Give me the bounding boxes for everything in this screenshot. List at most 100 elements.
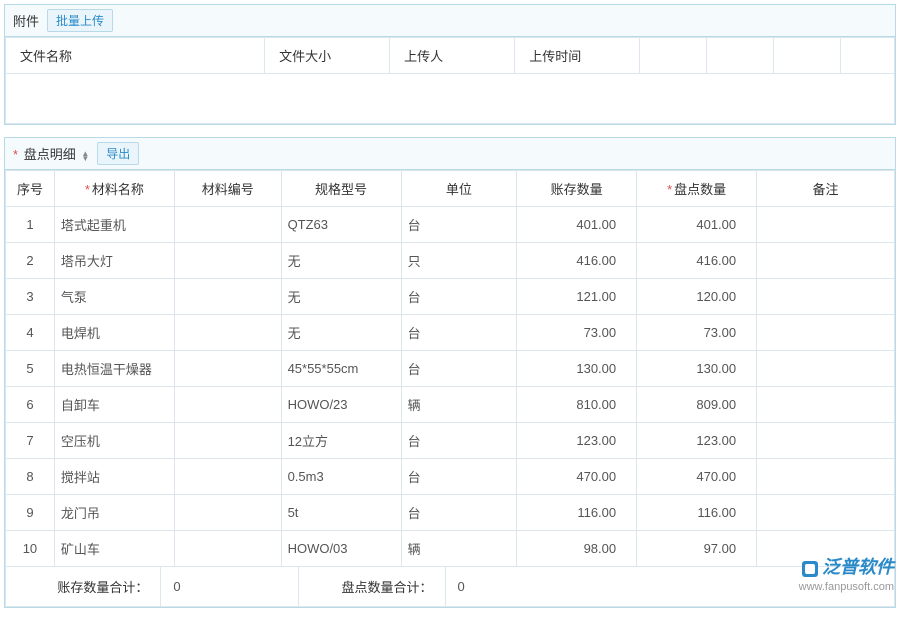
attachments-empty-row <box>6 74 895 124</box>
cell-remark <box>757 387 895 423</box>
cell-remark <box>757 243 895 279</box>
col-action-3 <box>774 38 841 74</box>
table-row[interactable]: 8搅拌站0.5m3台470.00470.00 <box>6 459 895 495</box>
cell-stock: 401.00 <box>517 207 637 243</box>
cell-name: 空压机 <box>54 423 174 459</box>
cell-remark <box>757 279 895 315</box>
cell-stock: 98.00 <box>517 531 637 567</box>
cell-remark <box>757 207 895 243</box>
cell-idx: 10 <box>6 531 55 567</box>
attachments-title: 附件 <box>13 11 39 30</box>
cell-count[interactable]: 401.00 <box>637 207 757 243</box>
col-stock-qty[interactable]: 账存数量 <box>517 171 637 207</box>
cell-count[interactable]: 416.00 <box>637 243 757 279</box>
cell-unit: 台 <box>401 279 517 315</box>
detail-table: 序号 *材料名称 材料编号 规格型号 单位 账存数量 *盘点数量 备注 1塔式起… <box>5 170 895 567</box>
cell-count[interactable]: 470.00 <box>637 459 757 495</box>
col-unit[interactable]: 单位 <box>401 171 517 207</box>
cell-idx: 1 <box>6 207 55 243</box>
col-material-code[interactable]: 材料编号 <box>174 171 281 207</box>
col-file-size[interactable]: 文件大小 <box>265 38 390 74</box>
col-material-name[interactable]: *材料名称 <box>54 171 174 207</box>
required-star-icon: * <box>13 147 18 162</box>
cell-unit: 台 <box>401 423 517 459</box>
cell-remark <box>757 459 895 495</box>
table-row[interactable]: 5电热恒温干燥器45*55*55cm台130.00130.00 <box>6 351 895 387</box>
export-button[interactable]: 导出 <box>97 142 139 165</box>
cell-spec: 0.5m3 <box>281 459 401 495</box>
cell-unit: 辆 <box>401 387 517 423</box>
cell-name: 塔吊大灯 <box>54 243 174 279</box>
count-total-value: 0 <box>458 579 465 594</box>
sort-icon[interactable]: ▲▼ <box>81 151 89 161</box>
detail-panel: * 盘点明细 ▲▼ 导出 序号 *材料名称 材料编号 规格型号 单位 账存数量 … <box>4 137 896 608</box>
table-row[interactable]: 10矿山车HOWO/03辆98.0097.00 <box>6 531 895 567</box>
cell-stock: 810.00 <box>517 387 637 423</box>
cell-spec: HOWO/03 <box>281 531 401 567</box>
cell-spec: 无 <box>281 279 401 315</box>
col-spec[interactable]: 规格型号 <box>281 171 401 207</box>
cell-stock: 73.00 <box>517 315 637 351</box>
cell-count[interactable]: 97.00 <box>637 531 757 567</box>
cell-count[interactable]: 120.00 <box>637 279 757 315</box>
cell-count[interactable]: 116.00 <box>637 495 757 531</box>
cell-name: 塔式起重机 <box>54 207 174 243</box>
cell-code <box>174 207 281 243</box>
table-row[interactable]: 7空压机12立方台123.00123.00 <box>6 423 895 459</box>
cell-name: 电焊机 <box>54 315 174 351</box>
cell-name: 电热恒温干燥器 <box>54 351 174 387</box>
col-remark[interactable]: 备注 <box>757 171 895 207</box>
cell-code <box>174 423 281 459</box>
required-star-icon: * <box>85 182 90 197</box>
cell-count[interactable]: 809.00 <box>637 387 757 423</box>
cell-idx: 5 <box>6 351 55 387</box>
table-row[interactable]: 6自卸车HOWO/23辆810.00809.00 <box>6 387 895 423</box>
cell-name: 搅拌站 <box>54 459 174 495</box>
totals-row: 账存数量合计： 0 盘点数量合计： 0 <box>5 567 895 607</box>
cell-spec: 无 <box>281 243 401 279</box>
cell-code <box>174 279 281 315</box>
col-upload-time[interactable]: 上传时间 <box>515 38 640 74</box>
table-row[interactable]: 3气泵无台121.00120.00 <box>6 279 895 315</box>
cell-count[interactable]: 130.00 <box>637 351 757 387</box>
cell-stock: 116.00 <box>517 495 637 531</box>
cell-spec: QTZ63 <box>281 207 401 243</box>
cell-idx: 9 <box>6 495 55 531</box>
detail-header: * 盘点明细 ▲▼ 导出 <box>5 138 895 170</box>
stock-total-label: 账存数量合计： <box>57 577 148 596</box>
stock-total-value: 0 <box>173 579 180 594</box>
col-action-1 <box>640 38 707 74</box>
cell-stock: 123.00 <box>517 423 637 459</box>
col-uploader[interactable]: 上传人 <box>390 38 515 74</box>
cell-unit: 台 <box>401 495 517 531</box>
cell-code <box>174 351 281 387</box>
cell-unit: 只 <box>401 243 517 279</box>
table-row[interactable]: 2塔吊大灯无只416.00416.00 <box>6 243 895 279</box>
attachments-panel: 附件 批量上传 文件名称 文件大小 上传人 上传时间 <box>4 4 896 125</box>
col-count-qty[interactable]: *盘点数量 <box>637 171 757 207</box>
cell-spec: 无 <box>281 315 401 351</box>
bulk-upload-button[interactable]: 批量上传 <box>47 9 113 32</box>
cell-code <box>174 387 281 423</box>
attachments-table: 文件名称 文件大小 上传人 上传时间 <box>5 37 895 124</box>
cell-count[interactable]: 123.00 <box>637 423 757 459</box>
cell-stock: 470.00 <box>517 459 637 495</box>
cell-unit: 辆 <box>401 531 517 567</box>
col-idx[interactable]: 序号 <box>6 171 55 207</box>
count-total-label: 盘点数量合计： <box>342 577 433 596</box>
cell-remark <box>757 351 895 387</box>
cell-code <box>174 315 281 351</box>
cell-unit: 台 <box>401 459 517 495</box>
table-row[interactable]: 4电焊机无台73.0073.00 <box>6 315 895 351</box>
table-row[interactable]: 1塔式起重机QTZ63台401.00401.00 <box>6 207 895 243</box>
cell-stock: 121.00 <box>517 279 637 315</box>
cell-idx: 6 <box>6 387 55 423</box>
cell-count[interactable]: 73.00 <box>637 315 757 351</box>
cell-remark <box>757 531 895 567</box>
cell-idx: 8 <box>6 459 55 495</box>
col-file-name[interactable]: 文件名称 <box>6 38 265 74</box>
cell-remark <box>757 495 895 531</box>
attachments-header: 附件 批量上传 <box>5 5 895 37</box>
cell-name: 气泵 <box>54 279 174 315</box>
table-row[interactable]: 9龙门吊5t台116.00116.00 <box>6 495 895 531</box>
